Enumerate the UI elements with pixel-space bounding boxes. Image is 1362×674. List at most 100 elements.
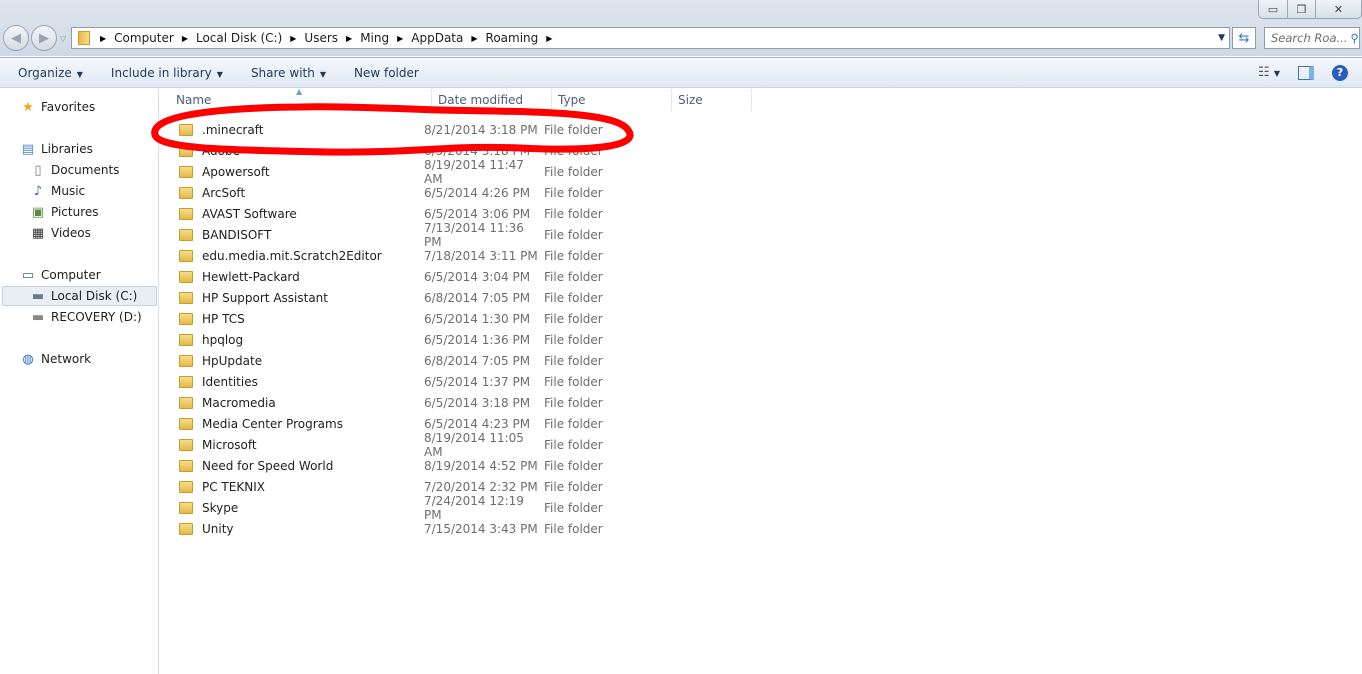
pictures-icon: ▣	[31, 204, 45, 220]
column-header-name[interactable]: Name	[170, 89, 432, 111]
file-row[interactable]: hpqlog 6/5/2014 1:36 PM File folder	[174, 329, 754, 350]
file-row[interactable]: ArcSoft 6/5/2014 4:26 PM File folder	[174, 182, 754, 203]
breadcrumb-item[interactable]: ▶ Local Disk (C:)	[174, 31, 282, 45]
network-icon: ◍	[22, 351, 34, 367]
folder-icon	[179, 228, 193, 241]
close-button[interactable]: ✕	[1315, 0, 1361, 18]
file-row[interactable]: .minecraft 8/21/2014 3:18 PM File folder	[174, 119, 754, 140]
arrow-left-icon: ◀	[11, 30, 21, 46]
recent-pages-dropdown[interactable]: ▽	[60, 34, 66, 43]
title-bar: ▭ ❐ ✕ ◀ ▶ ▽ ▶ Computer ▶ Local Disk (C:) ▶ Us…	[0, 0, 1362, 56]
back-button[interactable]: ◀	[3, 25, 29, 51]
chevron-right-icon: ▶	[290, 33, 297, 43]
file-row[interactable]: Skype 7/24/2014 12:19 PM File folder	[174, 494, 754, 522]
file-row[interactable]: edu.media.mit.Scratch2Editor 7/18/2014 3:…	[174, 245, 754, 266]
sidebar-item-pictures[interactable]: ▣ Pictures	[30, 202, 99, 222]
file-list: ▲ Name Date modified Type Size .minecraf…	[160, 87, 1362, 674]
folder-icon	[179, 144, 193, 157]
folder-icon	[179, 270, 193, 283]
folder-icon	[179, 354, 193, 367]
folder-icon	[179, 501, 193, 514]
folder-icon	[179, 396, 193, 409]
breadcrumb-item[interactable]: ▶ Users	[282, 31, 338, 45]
address-dropdown-icon[interactable]: ▼	[1218, 33, 1225, 43]
drive-icon: ▬	[31, 309, 45, 325]
search-icon: ⚲	[1350, 31, 1359, 45]
sidebar-item-computer[interactable]: ▭ Computer	[20, 265, 101, 285]
folder-icon	[179, 459, 193, 472]
file-row[interactable]: Microsoft 8/19/2014 11:05 AM File folder	[174, 431, 754, 459]
file-row[interactable]: HP TCS 6/5/2014 1:30 PM File folder	[174, 308, 754, 329]
sidebar-item-recovery[interactable]: ▬ RECOVERY (D:)	[30, 307, 142, 327]
folder-icon	[179, 417, 193, 430]
file-row[interactable]: Apowersoft 8/19/2014 11:47 AM File folder	[174, 158, 754, 186]
folder-icon	[179, 165, 193, 178]
sidebar-item-music[interactable]: ♪ Music	[30, 181, 85, 201]
sidebar-item-local-disk[interactable]: ▬ Local Disk (C:)	[2, 286, 157, 306]
computer-icon: ▭	[21, 267, 35, 283]
column-header-size[interactable]: Size	[672, 89, 752, 111]
organize-button[interactable]: Organize ▼	[0, 66, 93, 80]
folder-icon	[179, 291, 193, 304]
file-row[interactable]: Hewlett-Packard 6/5/2014 3:04 PM File fold…	[174, 266, 754, 287]
preview-pane-icon[interactable]	[1298, 65, 1314, 80]
column-header-date[interactable]: Date modified	[432, 89, 552, 111]
chevron-right-icon: ▶	[397, 33, 404, 43]
forward-button[interactable]: ▶	[31, 25, 57, 51]
video-icon: ▦	[31, 225, 45, 241]
file-row[interactable]: Need for Speed World 8/19/2014 4:52 PM Fil…	[174, 455, 754, 476]
sidebar-item-network[interactable]: ◍ Network	[20, 349, 91, 369]
restore-button[interactable]: ❐	[1287, 0, 1315, 18]
breadcrumb-item[interactable]: ▶ Roaming	[463, 31, 538, 45]
music-icon: ♪	[33, 183, 43, 199]
sidebar-item-favorites[interactable]: ★ Favorites	[20, 97, 95, 117]
chevron-right-icon: ▶	[100, 33, 107, 43]
folder-icon	[179, 522, 193, 535]
folder-icon	[179, 312, 193, 325]
folder-icon	[179, 375, 193, 388]
minimize-button[interactable]: ▭	[1259, 0, 1287, 18]
folder-icon	[179, 123, 193, 136]
star-icon: ★	[22, 99, 34, 115]
refresh-icon: ⇆	[1238, 30, 1250, 46]
folder-icon	[179, 186, 193, 199]
search-input[interactable]: Search Roa... ⚲	[1264, 27, 1360, 49]
breadcrumb-item[interactable]: ▶ AppData	[389, 31, 463, 45]
file-row[interactable]: Macromedia 6/5/2014 3:18 PM File folder	[174, 392, 754, 413]
breadcrumb-item[interactable]: ▶ Computer	[92, 31, 174, 45]
folder-icon	[179, 480, 193, 493]
file-row[interactable]: HpUpdate 6/8/2014 7:05 PM File folder	[174, 350, 754, 371]
address-bar[interactable]: ▶ Computer ▶ Local Disk (C:) ▶ Users ▶ Ming ▶ App…	[71, 27, 1230, 49]
include-in-library-button[interactable]: Include in library ▼	[93, 66, 233, 80]
window-controls: ▭ ❐ ✕	[1258, 0, 1362, 19]
sidebar-item-libraries[interactable]: ▤ Libraries	[20, 139, 93, 159]
chevron-right-icon[interactable]: ▶	[546, 34, 552, 43]
folder-icon	[78, 31, 90, 45]
file-row[interactable]: Identities 6/5/2014 1:37 PM File folder	[174, 371, 754, 392]
share-with-button[interactable]: Share with ▼	[233, 66, 336, 80]
library-icon: ▤	[21, 141, 35, 157]
arrow-right-icon: ▶	[39, 30, 49, 46]
document-icon: ▯	[34, 162, 42, 178]
new-folder-button[interactable]: New folder	[336, 66, 429, 80]
breadcrumb-item[interactable]: ▶ Ming	[338, 31, 389, 45]
folder-icon	[179, 249, 193, 262]
file-row[interactable]: HP Support Assistant 6/8/2014 7:05 PM File…	[174, 287, 754, 308]
help-icon[interactable]: ?	[1332, 64, 1348, 81]
navigation-pane: ★ Favorites ▤ Libraries ▯ Documents ♪ Music …	[0, 89, 159, 674]
folder-icon	[179, 438, 193, 451]
chevron-right-icon: ▶	[471, 33, 478, 43]
sidebar-item-documents[interactable]: ▯ Documents	[30, 160, 119, 180]
view-options-icon[interactable]: ☷ ▼	[1258, 65, 1280, 80]
drive-icon: ▬	[31, 288, 45, 304]
file-row[interactable]: Unity 7/15/2014 3:43 PM File folder	[174, 518, 754, 539]
column-header-type[interactable]: Type	[552, 89, 672, 111]
file-row[interactable]: BANDISOFT 7/13/2014 11:36 PM File folder	[174, 221, 754, 249]
chevron-right-icon: ▶	[181, 33, 188, 43]
chevron-right-icon: ▶	[346, 33, 353, 43]
folder-icon	[179, 333, 193, 346]
command-bar: Organize ▼ Include in library ▼ Share with…	[0, 57, 1362, 88]
folder-icon	[179, 207, 193, 220]
sidebar-item-videos[interactable]: ▦ Videos	[30, 223, 91, 243]
refresh-button[interactable]: ⇆	[1232, 27, 1256, 49]
